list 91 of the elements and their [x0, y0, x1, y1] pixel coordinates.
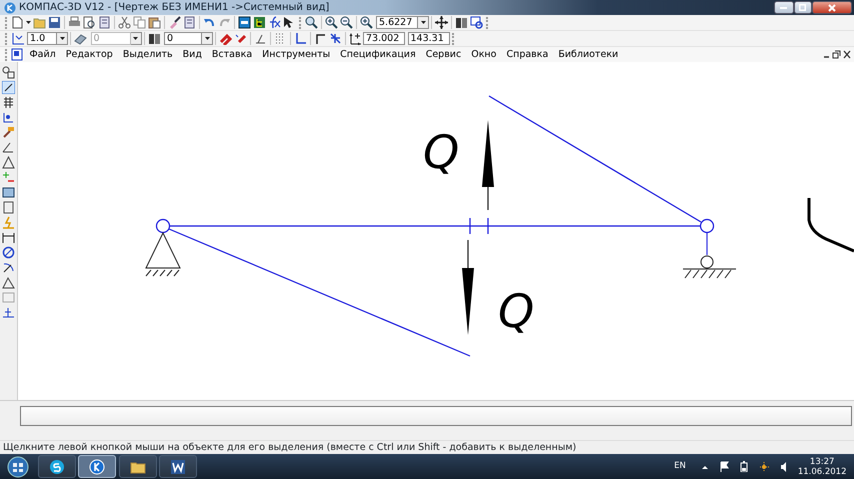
zoom-in-icon[interactable] — [360, 16, 372, 29]
maximize-button[interactable] — [794, 1, 812, 14]
zoom-window-icon[interactable] — [304, 16, 318, 29]
speaker-icon[interactable] — [780, 461, 788, 472]
round-icon[interactable] — [314, 32, 327, 45]
properties-icon[interactable] — [98, 16, 110, 29]
angle-icon[interactable] — [2, 140, 15, 154]
linear-dimension-icon[interactable] — [2, 230, 15, 244]
document-app-icon — [170, 458, 186, 474]
magnet-off-icon[interactable] — [234, 32, 247, 45]
document-icon[interactable] — [10, 48, 24, 61]
taskbar-button[interactable] — [118, 455, 156, 478]
properties-icon[interactable] — [182, 16, 196, 29]
layers-icon[interactable] — [148, 32, 160, 45]
snap-icon[interactable] — [329, 32, 342, 45]
sheet-icon[interactable] — [2, 200, 15, 214]
layers-icon[interactable] — [455, 16, 468, 29]
dimension-icon[interactable] — [2, 110, 15, 124]
menu-item[interactable]: Вид — [178, 47, 207, 62]
flag-icon[interactable] — [718, 461, 729, 472]
grid-icon[interactable] — [2, 96, 15, 108]
help-pointer-icon[interactable] — [282, 16, 296, 29]
menu-item[interactable]: Инструменты — [257, 47, 336, 62]
zoom-in-icon[interactable] — [324, 16, 338, 29]
close-icon — [828, 4, 836, 12]
preview-icon[interactable] — [82, 16, 96, 29]
step-field[interactable]: 1.0 — [27, 32, 57, 45]
minimize-button[interactable] — [774, 1, 794, 14]
line-tool-icon[interactable] — [2, 80, 15, 94]
close-button[interactable] — [812, 1, 852, 14]
menu-item[interactable]: Вставка — [206, 47, 258, 62]
x-coordinate-field[interactable]: 73.002 — [363, 32, 405, 45]
restore-icon[interactable] — [832, 50, 840, 59]
ortho-icon[interactable] — [294, 32, 307, 45]
window-title: КОМПАС-3D V12 - [Чертеж БЕЗ ИМЕНИ1 ->Системный вид] — [19, 1, 330, 15]
pinned-support-drawing — [145, 232, 181, 276]
force-label: Q — [498, 284, 534, 338]
zoom-field[interactable]: 5.6227 — [376, 16, 418, 29]
cad-app-icon — [89, 458, 105, 474]
zoom-out-icon[interactable] — [340, 16, 352, 29]
diameter-icon[interactable] — [2, 246, 15, 258]
hinge-circle — [700, 218, 714, 234]
show-hidden-icons-icon[interactable] — [700, 464, 709, 470]
taskbar-button[interactable] — [159, 455, 197, 478]
base-icon[interactable] — [2, 306, 15, 318]
plus-minus-icon[interactable] — [2, 170, 15, 184]
shapes-icon[interactable] — [2, 66, 15, 78]
y-coordinate-field[interactable]: 143.31 — [408, 32, 450, 45]
function-icon[interactable] — [268, 16, 280, 29]
hinge-circle — [156, 218, 170, 234]
language-indicator[interactable]: EN — [674, 460, 686, 473]
magnet-icon[interactable] — [219, 32, 232, 45]
close-icon[interactable] — [842, 50, 850, 59]
menu-item[interactable]: Сервис — [420, 47, 466, 62]
tick-mark — [487, 218, 489, 234]
hammer-icon[interactable] — [2, 126, 15, 138]
undo-icon[interactable] — [202, 16, 216, 29]
roller-support-drawing — [682, 232, 736, 278]
brush-icon[interactable] — [168, 16, 180, 29]
taskbar-button[interactable] — [38, 455, 76, 478]
clock-date[interactable]: 11.06.2012 — [798, 466, 846, 476]
menu-item[interactable]: Выделить — [118, 47, 178, 62]
status-text: Щелкните левой кнопкой мыши на объекте для его выделения (вместе с Ctrl или Shift - добавить к выделенным) — [0, 440, 854, 454]
cut-icon[interactable] — [118, 16, 130, 29]
menu-item[interactable]: Окно — [466, 47, 502, 62]
clock-time[interactable]: 13:27 — [810, 456, 834, 466]
paste-icon[interactable] — [148, 16, 160, 29]
battery-icon[interactable] — [738, 461, 749, 472]
save-icon[interactable] — [48, 16, 60, 29]
screen-icon[interactable] — [2, 186, 15, 198]
print-icon[interactable] — [68, 16, 80, 29]
style-field[interactable]: 0 — [164, 32, 202, 45]
panel-icon[interactable] — [238, 16, 250, 29]
radius-icon[interactable] — [2, 260, 15, 274]
maximize-icon — [799, 4, 806, 11]
partial-shape — [808, 198, 854, 252]
menu-item[interactable]: Спецификация — [335, 47, 421, 62]
menu-item[interactable]: Редактор — [60, 47, 118, 62]
step-icon[interactable] — [10, 32, 24, 45]
layer-icon[interactable] — [74, 32, 87, 45]
triangle-outline-icon[interactable] — [2, 156, 15, 168]
menu-item[interactable]: Библиотеки — [553, 47, 624, 62]
pan-icon[interactable] — [435, 16, 448, 29]
chat-app-icon — [48, 458, 64, 474]
coordinates-icon[interactable] — [349, 32, 362, 45]
tick-mark — [469, 218, 471, 234]
menu-item[interactable]: Справка — [501, 47, 554, 62]
minimize-icon — [780, 6, 787, 8]
force-label: Q — [423, 125, 460, 179]
menu-item[interactable]: Файл — [24, 47, 61, 62]
caret-icon[interactable] — [26, 21, 30, 24]
